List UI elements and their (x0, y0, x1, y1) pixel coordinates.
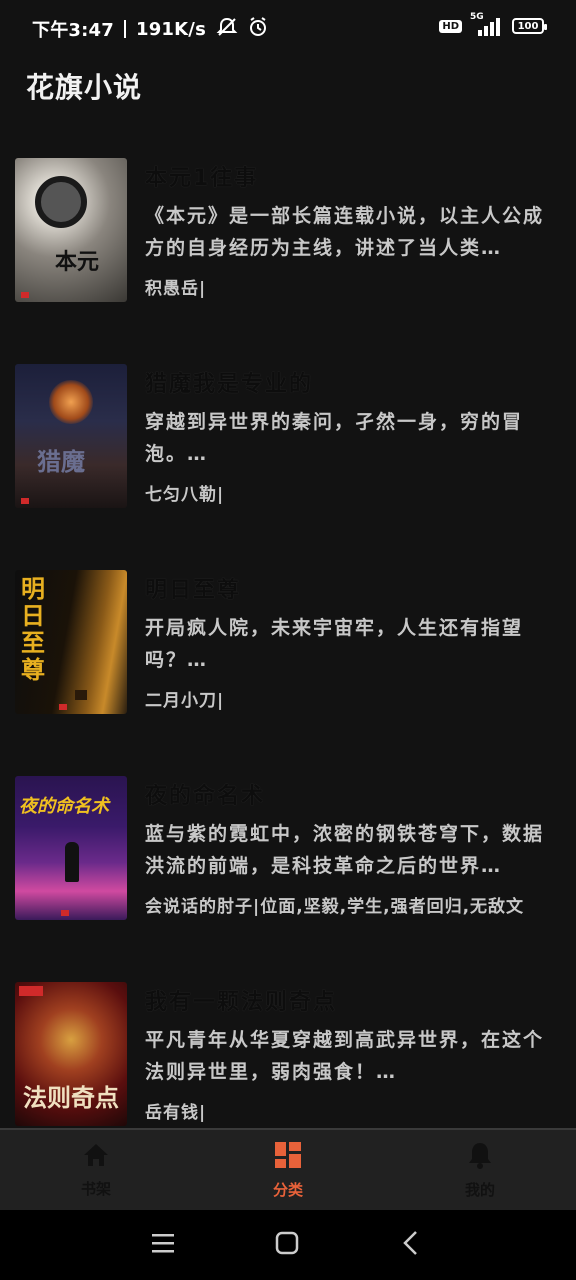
category-icon (274, 1141, 302, 1173)
network-type: 5G (470, 12, 484, 22)
book-cover[interactable]: 夜的命名术 (15, 776, 127, 920)
home-button[interactable] (267, 1230, 307, 1260)
menu-icon (151, 1232, 175, 1258)
book-title[interactable]: 猎魔我是专业的 (145, 366, 313, 398)
bell-icon (467, 1141, 493, 1173)
hd-badge: HD (439, 19, 462, 33)
nav-bookshelf-label: 书架 (80, 1179, 111, 1198)
book-description: 蓝与紫的霓虹中，浓密的钢铁苍穹下，数据洪流的前端，是科技革命之后的世界… (145, 823, 545, 877)
book-item[interactable]: 法则奇点 我有一颗法则奇点 平凡青年从华夏穿越到高武异世界，在这个法则异世里，弱… (0, 974, 576, 1128)
system-nav-bar (0, 1210, 576, 1280)
square-icon (275, 1231, 299, 1259)
book-meta: 岳有钱| (145, 1103, 207, 1123)
book-meta: 七匀八勒| (145, 485, 225, 505)
signal-icon: 5G (470, 12, 504, 36)
book-meta: 二月小刀| (145, 691, 225, 711)
battery-level: 100 (517, 20, 539, 32)
nav-profile-label: 我的 (464, 1180, 495, 1199)
nav-profile[interactable]: 我的 (384, 1130, 576, 1210)
cover-title: 明日至尊 (21, 575, 45, 684)
book-title[interactable]: 夜的命名术 (145, 778, 265, 810)
home-icon (82, 1142, 110, 1172)
network-speed: 191K/s (135, 18, 206, 40)
book-item[interactable]: 猎魔 猎魔我是专业的 穿越到异世界的秦问，孑然一身，穷的冒泡。… 七匀八勒| (0, 356, 576, 516)
status-bar: 下午3:47 191K/s HD 5G 100 (0, 0, 576, 56)
mute-icon (216, 17, 238, 42)
book-description: 开局疯人院，未来宇宙牢，人生还有指望吗？… (145, 617, 524, 671)
alarm-icon (248, 16, 268, 42)
bottom-nav: 书架 分类 我的 (0, 1128, 576, 1210)
status-time: 下午3:47 (32, 20, 114, 41)
book-list[interactable]: 本元 本元1往事 《本元》是一部长篇连载小说，以主人公成方的自身经历为主线，讲述… (0, 150, 576, 1128)
book-item[interactable]: 明日至尊 明日至尊 开局疯人院，未来宇宙牢，人生还有指望吗？… 二月小刀| (0, 562, 576, 722)
status-separator (123, 20, 126, 38)
book-description: 《本元》是一部长篇连载小说，以主人公成方的自身经历为主线，讲述了当人类… (145, 205, 545, 259)
app-title: 花旗小说 (26, 71, 143, 104)
back-button[interactable] (391, 1230, 431, 1260)
book-description: 穿越到异世界的秦问，孑然一身，穷的冒泡。… (145, 411, 524, 465)
book-cover[interactable]: 明日至尊 (15, 570, 127, 714)
menu-button[interactable] (143, 1230, 183, 1260)
book-item[interactable]: 夜的命名术 夜的命名术 蓝与紫的霓虹中，浓密的钢铁苍穹下，数据洪流的前端，是科技… (0, 768, 576, 928)
book-meta: 积愚岳| (145, 279, 207, 299)
nav-category[interactable]: 分类 (192, 1130, 384, 1210)
nav-category-label: 分类 (272, 1180, 303, 1199)
book-cover[interactable]: 法则奇点 (15, 982, 127, 1126)
book-cover[interactable]: 本元 (15, 158, 127, 302)
book-cover[interactable]: 猎魔 (15, 364, 127, 508)
battery-icon: 100 (512, 18, 547, 34)
book-item[interactable]: 本元 本元1往事 《本元》是一部长篇连载小说，以主人公成方的自身经历为主线，讲述… (0, 150, 576, 310)
cover-title: 本元 (55, 250, 100, 275)
back-arrow-icon (401, 1230, 421, 1260)
cover-title: 夜的命名术 (19, 796, 109, 817)
book-title[interactable]: 明日至尊 (145, 572, 241, 604)
book-description: 平凡青年从华夏穿越到高武异世界，在这个法则异世里，弱肉强食！… (145, 1029, 545, 1083)
book-title[interactable]: 本元1往事 (145, 160, 258, 192)
book-meta: 会说话的肘子|位面,坚毅,学生,强者回归,无敌文 (145, 897, 525, 917)
cover-title: 法则奇点 (23, 1084, 119, 1112)
nav-bookshelf[interactable]: 书架 (0, 1130, 192, 1210)
cover-title: 猎魔 (37, 448, 85, 476)
status-left: 下午3:47 191K/s (32, 16, 268, 42)
status-right: HD 5G 100 (439, 12, 547, 36)
book-title[interactable]: 我有一颗法则奇点 (145, 984, 337, 1016)
